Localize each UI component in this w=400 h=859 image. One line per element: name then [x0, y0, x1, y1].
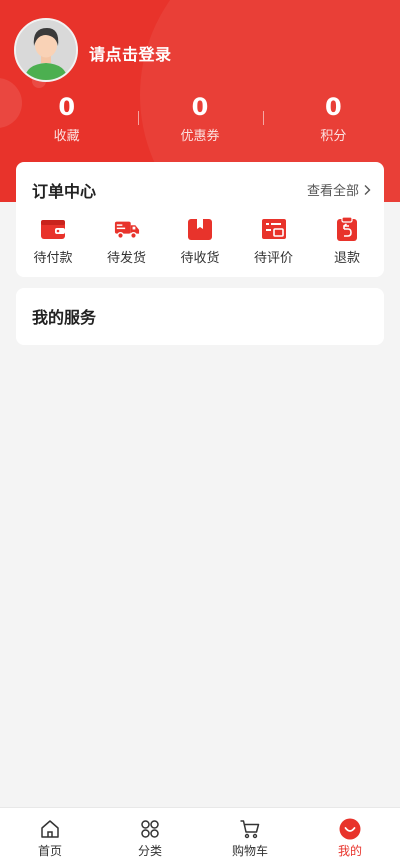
profile-icon: [339, 818, 361, 840]
stat-favorites[interactable]: 0 收藏: [0, 92, 133, 148]
wallet-icon: [41, 220, 65, 239]
tab-category[interactable]: 分类: [100, 808, 200, 859]
order-label: 退款: [333, 251, 360, 266]
stat-label: 收藏: [53, 129, 80, 144]
my-services-card: 我的服务: [16, 288, 384, 345]
order-center-title: 订单中心: [32, 182, 97, 201]
stat-value: 0: [191, 93, 209, 121]
chevron-right-icon: [364, 184, 371, 195]
tab-cart[interactable]: 购物车: [200, 808, 300, 859]
order-pending-shipment[interactable]: 待发货: [95, 216, 159, 266]
order-pending-payment[interactable]: 待付款: [21, 216, 85, 266]
stat-coupons[interactable]: 0 优惠券: [133, 92, 266, 148]
order-pending-receipt[interactable]: 待收货: [168, 216, 232, 266]
tab-home[interactable]: 首页: [0, 808, 100, 859]
stat-value: 0: [58, 93, 76, 121]
order-center-card: 订单中心 查看全部 待付款 待发货 待收货 待评价 退款: [16, 162, 384, 277]
order-label: 待收货: [180, 251, 220, 266]
avatar[interactable]: [14, 18, 78, 82]
view-all-label: 查看全部: [306, 184, 359, 199]
order-refund[interactable]: 退款: [315, 216, 379, 266]
truck-icon: [114, 221, 139, 239]
divider: [138, 111, 140, 125]
order-label: 待发货: [106, 251, 146, 266]
tab-label: 我的: [337, 844, 362, 858]
refund-icon: [337, 216, 357, 241]
stats-row: 0 收藏 0 优惠券 0 积分: [0, 92, 400, 148]
divider: [262, 111, 264, 125]
order-label: 待付款: [33, 251, 73, 266]
order-status-row: 待付款 待发货 待收货 待评价 退款: [16, 216, 384, 266]
tab-label: 购物车: [231, 844, 268, 858]
stat-value: 0: [324, 93, 342, 121]
tab-label: 分类: [137, 844, 162, 858]
stat-points[interactable]: 0 积分: [262, 92, 400, 148]
login-prompt[interactable]: 请点击登录: [89, 41, 172, 65]
review-icon: [261, 219, 286, 239]
view-all-orders-link[interactable]: 查看全部: [307, 180, 372, 199]
stat-label: 优惠券: [180, 129, 220, 144]
category-icon: [141, 820, 159, 838]
avatar-placeholder-icon: [16, 20, 76, 80]
home-icon: [41, 820, 59, 838]
box-icon: [188, 219, 212, 240]
stat-label: 积分: [320, 129, 347, 144]
tab-label: 首页: [37, 844, 62, 858]
bottom-tab-bar: 首页 分类 购物车 我的: [0, 807, 400, 859]
order-label: 待评价: [253, 251, 293, 266]
tab-profile[interactable]: 我的: [300, 808, 400, 859]
cart-icon: [240, 820, 260, 839]
my-services-title: 我的服务: [32, 308, 97, 327]
order-pending-review[interactable]: 待评价: [242, 216, 306, 266]
